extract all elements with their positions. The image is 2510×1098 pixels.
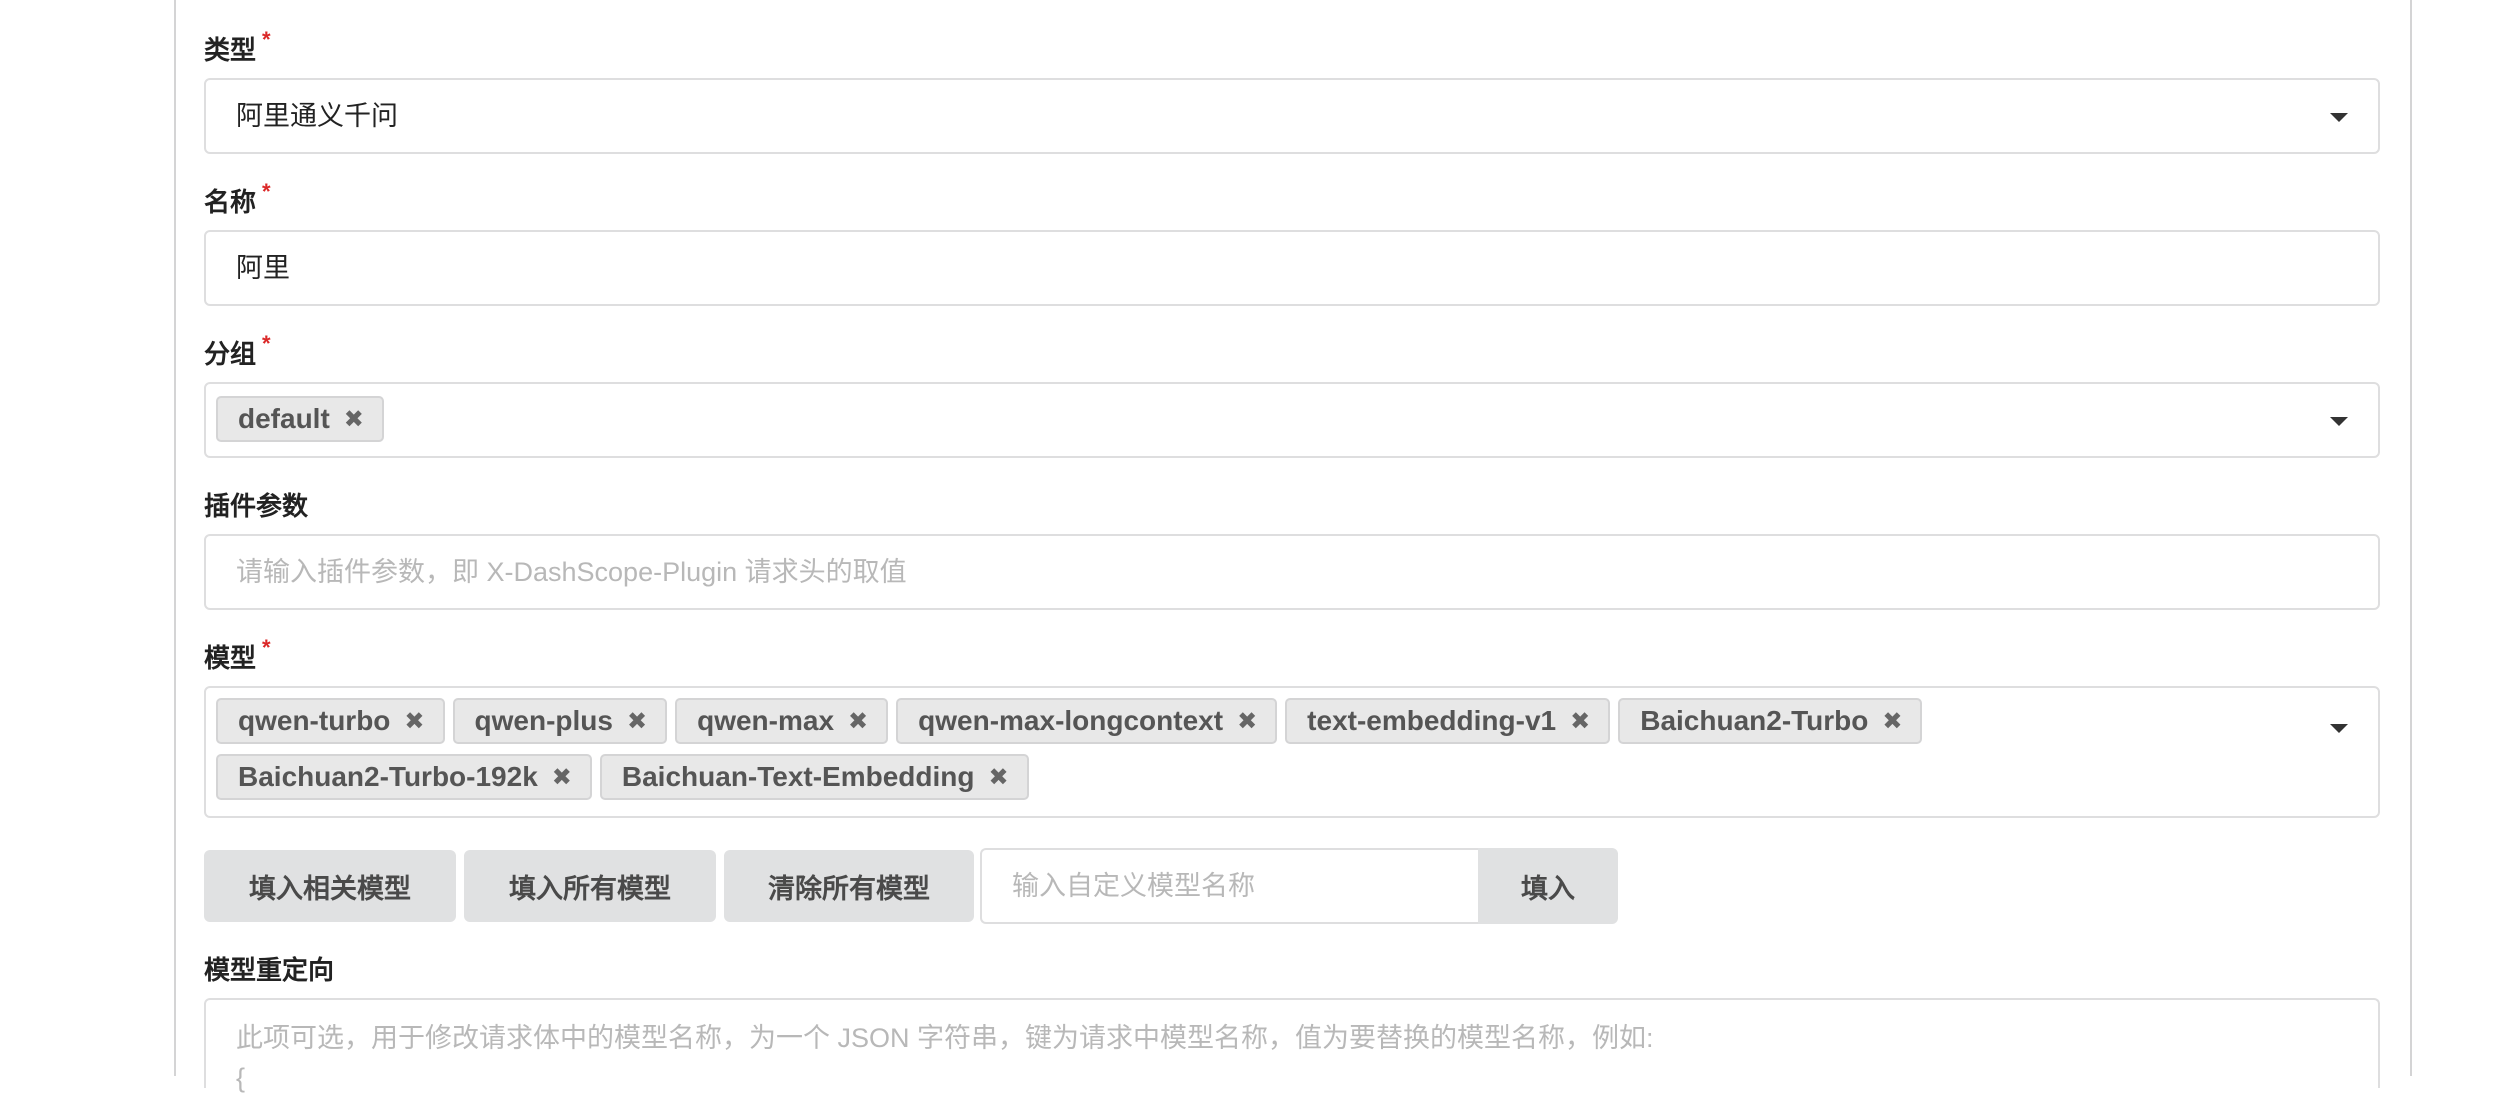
group-label: 分组 *	[204, 331, 271, 369]
custom-model-input[interactable]: 输入自定义模型名称	[980, 848, 1480, 924]
type-label: 类型 *	[204, 27, 271, 65]
model-chip: qwen-max ✖	[675, 698, 889, 744]
fill-related-models-button[interactable]: 填入相关模型	[204, 850, 456, 922]
clear-all-models-button[interactable]: 清除所有模型	[724, 850, 974, 922]
custom-model-placeholder: 输入自定义模型名称	[1012, 871, 1255, 901]
model-chip: Baichuan2-Turbo ✖	[1618, 698, 1923, 744]
x-icon[interactable]: ✖	[627, 707, 647, 736]
model-mapping-textarea[interactable]: 此项可选，用于修改请求体中的模型名称，为一个 JSON 字符串，键为请求中模型名…	[204, 998, 2380, 1093]
plugin-placeholder: 请输入插件参数，即 X-DashScope-Plugin 请求头的取值	[236, 557, 907, 587]
model-chip: Baichuan2-Turbo-192k ✖	[216, 754, 592, 800]
plugin-input[interactable]: 请输入插件参数，即 X-DashScope-Plugin 请求头的取值	[204, 534, 2380, 610]
x-icon[interactable]: ✖	[1570, 707, 1590, 736]
models-select[interactable]: qwen-turbo ✖ qwen-plus ✖ qwen-max ✖ qwen-max-l…	[204, 686, 2380, 818]
group-chip: default ✖	[216, 396, 384, 442]
name-value: 阿里	[236, 253, 290, 283]
model-chip: qwen-turbo ✖	[216, 698, 445, 744]
model-chips: qwen-turbo ✖ qwen-plus ✖ qwen-max ✖ qwen-max-l…	[216, 698, 2268, 810]
model-mapping-label: 模型重定向	[204, 955, 335, 985]
fill-all-models-button[interactable]: 填入所有模型	[464, 850, 716, 922]
group-select[interactable]: default ✖	[204, 382, 2380, 458]
plugin-label: 插件参数	[204, 491, 309, 521]
type-select[interactable]: 阿里通义千问	[204, 78, 2380, 154]
x-icon[interactable]: ✖	[552, 763, 572, 792]
model-chip: text-embedding-v1 ✖	[1285, 698, 1611, 744]
x-icon[interactable]: ✖	[404, 707, 424, 736]
model-chip: qwen-max-longcontext ✖	[896, 698, 1278, 744]
chevron-down-icon[interactable]	[2330, 113, 2348, 122]
x-icon[interactable]: ✖	[848, 707, 868, 736]
x-icon[interactable]: ✖	[989, 763, 1009, 792]
model-chip: Baichuan-Text-Embedding ✖	[599, 754, 1029, 800]
type-value: 阿里通义千问	[236, 101, 398, 131]
chevron-down-icon[interactable]	[2330, 724, 2348, 733]
model-mapping-placeholder: 此项可选，用于修改请求体中的模型名称，为一个 JSON 字符串，键为请求中模型名…	[236, 1023, 1654, 1093]
models-label: 模型 *	[204, 635, 271, 673]
model-chip: qwen-plus ✖	[452, 698, 668, 744]
name-input[interactable]: 阿里	[204, 230, 2380, 306]
fill-custom-model-button[interactable]: 填入	[1478, 848, 1618, 924]
name-label: 名称 *	[204, 179, 271, 217]
x-icon[interactable]: ✖	[344, 405, 364, 434]
x-icon[interactable]: ✖	[1882, 707, 1902, 736]
x-icon[interactable]: ✖	[1237, 707, 1257, 736]
group-chips: default ✖	[216, 396, 2268, 452]
chevron-down-icon[interactable]	[2330, 417, 2348, 426]
